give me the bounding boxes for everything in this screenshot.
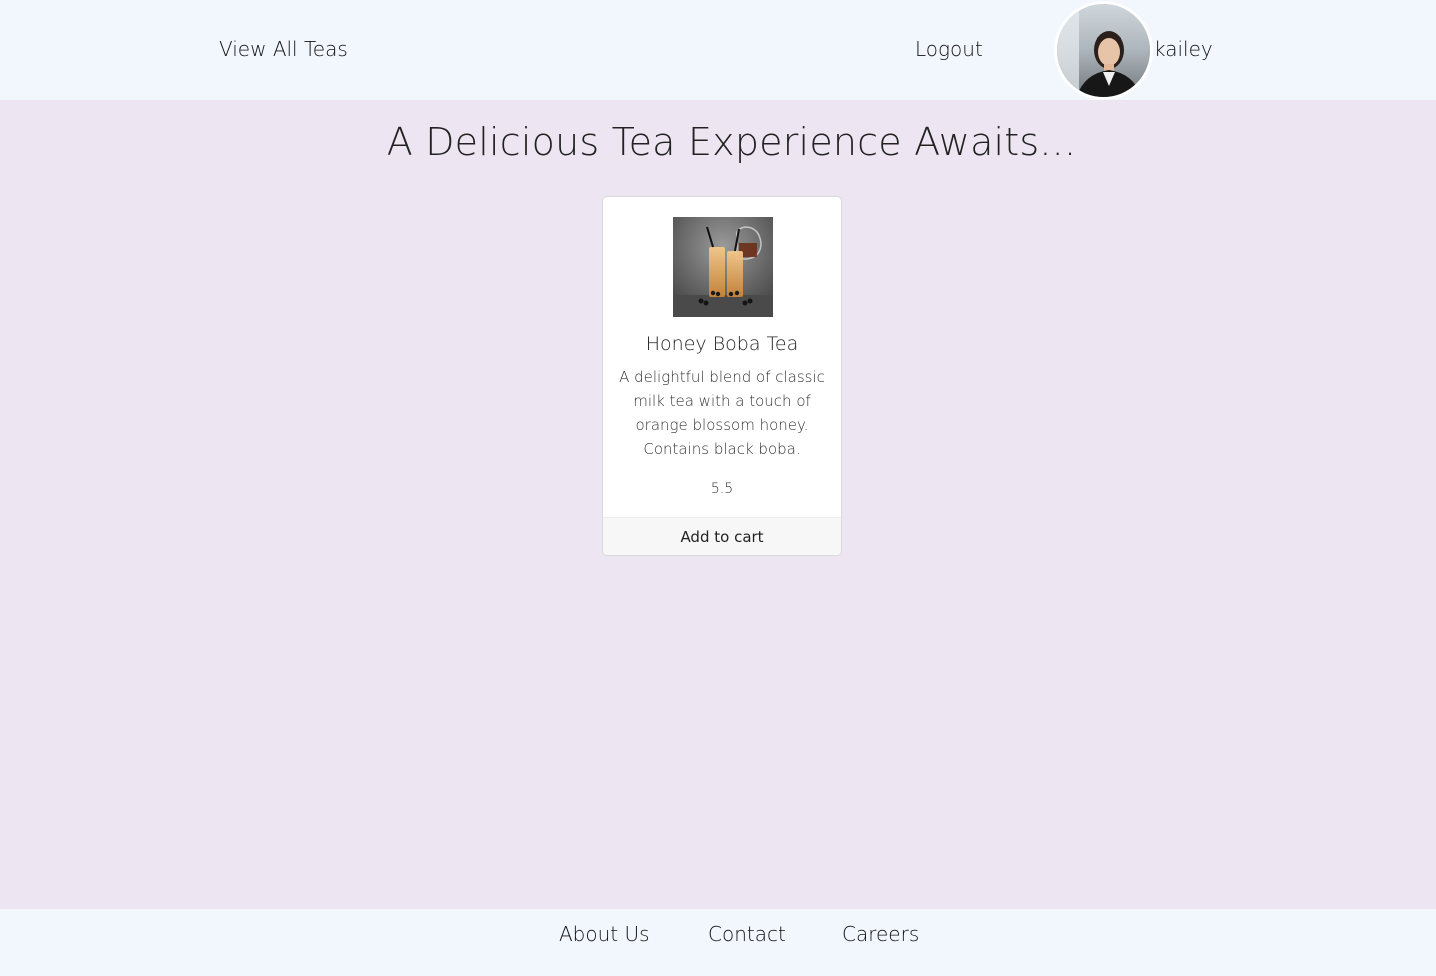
product-description: A delightful blend of classic milk tea w… bbox=[619, 368, 825, 458]
product-card: Honey Boba Tea A delightful blend of cla… bbox=[602, 196, 842, 556]
about-us-link[interactable]: About Us bbox=[559, 922, 650, 946]
page-title: A Delicious Tea Experience Awaits... bbox=[386, 120, 1077, 164]
top-navbar: View All Teas Logout kailey bbox=[0, 0, 1436, 100]
careers-link[interactable]: Careers bbox=[842, 922, 919, 946]
footer: About Us Contact Careers bbox=[0, 909, 1436, 976]
avatar[interactable] bbox=[1054, 1, 1153, 100]
product-price: 5.5 bbox=[710, 481, 734, 497]
add-to-cart-button[interactable]: Add to cart bbox=[603, 517, 841, 555]
username-label: kailey bbox=[1154, 37, 1213, 61]
product-image[interactable] bbox=[673, 217, 773, 317]
product-name: Honey Boba Tea bbox=[645, 333, 799, 355]
contact-link[interactable]: Contact bbox=[708, 922, 786, 946]
view-all-teas-link[interactable]: View All Teas bbox=[219, 37, 348, 61]
user-photo-icon bbox=[1057, 4, 1150, 97]
boba-tea-image-icon bbox=[673, 217, 773, 317]
logout-link[interactable]: Logout bbox=[915, 37, 983, 61]
